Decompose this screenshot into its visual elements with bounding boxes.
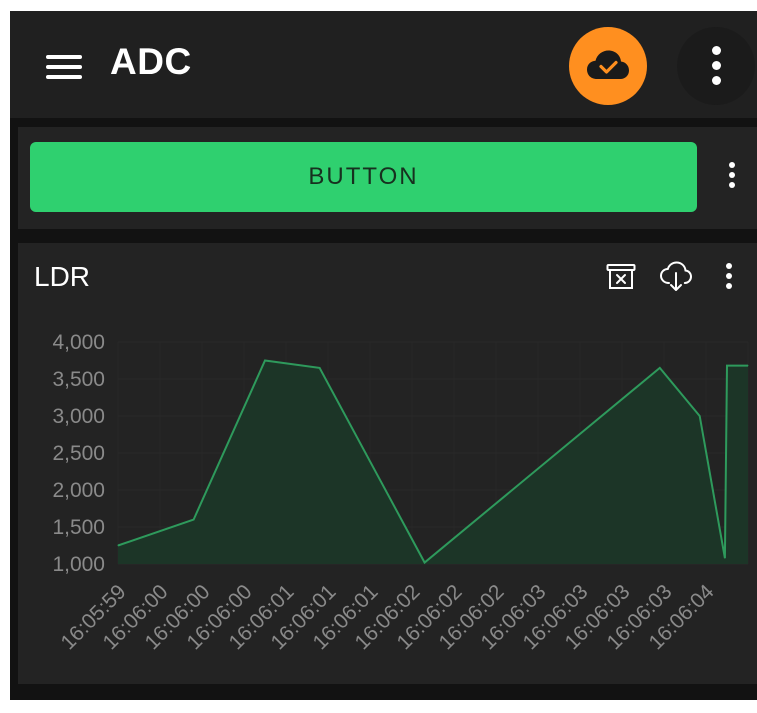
y-tick-label: 1,500 (52, 516, 105, 539)
y-tick-label: 4,000 (52, 331, 105, 354)
y-tick-label: 1,000 (52, 553, 105, 576)
data-point (264, 360, 266, 361)
y-tick-label: 3,500 (52, 368, 105, 391)
more-vertical-icon[interactable] (729, 162, 735, 188)
data-point (117, 545, 119, 546)
y-tick-label: 2,500 (52, 442, 105, 465)
widget-button[interactable]: BUTTON (30, 142, 697, 212)
data-point (659, 367, 661, 369)
chart-widget: LDR 4,000 3,500 3,000 2,500 2,000 1,500 … (18, 243, 757, 684)
data-point (747, 365, 749, 367)
hamburger-menu-icon[interactable] (46, 53, 82, 81)
y-tick-label: 3,000 (52, 405, 105, 428)
more-vertical-icon (712, 46, 721, 85)
data-point (699, 415, 701, 417)
cloud-check-icon (587, 50, 629, 79)
app-screen: ADC BUTTON LDR 4,000 3,500 3,000 2,500 2… (10, 11, 757, 700)
cloud-status-button[interactable] (569, 27, 647, 105)
button-widget: BUTTON (18, 127, 757, 229)
series-area (118, 360, 748, 564)
y-tick-label: 2,000 (52, 479, 105, 502)
ldr-chart: 4,0003,5003,0002,5002,0001,5001,00016:05… (52, 331, 749, 654)
app-bar: ADC (10, 11, 757, 118)
data-point (724, 557, 726, 559)
overflow-menu-button[interactable] (677, 27, 755, 105)
data-point (319, 367, 321, 369)
data-point (193, 519, 195, 521)
data-point (726, 365, 728, 367)
page-title: ADC (110, 41, 192, 82)
data-point (424, 562, 426, 564)
